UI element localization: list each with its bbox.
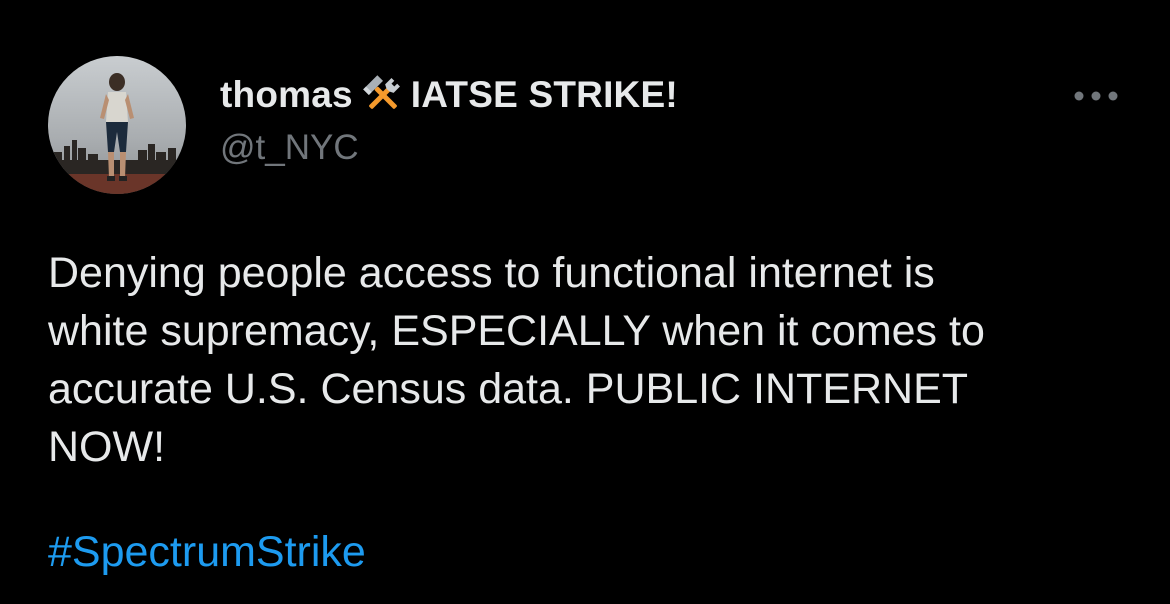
author-name-suffix: IATSE STRIKE! [410, 74, 678, 115]
tweet-text-line: accurate U.S. Census data. PUBLIC INTERN… [48, 365, 969, 413]
tweet-text-line: NOW! [48, 423, 166, 471]
author-avatar[interactable] [48, 56, 186, 194]
hammer-and-wrench-icon [361, 73, 405, 117]
tweet-text-line: Denying people access to functional inte… [48, 249, 935, 297]
more-options-button[interactable] [1068, 78, 1124, 114]
avatar-image [48, 56, 186, 194]
author-display-name: thomas [220, 74, 353, 115]
tweet-text: Denying people access to functional inte… [48, 244, 1128, 476]
tweet-card: thomas IATSE STRIKE! @t_NYC Denying peop… [0, 0, 1170, 604]
more-options-icon [1073, 90, 1119, 102]
author-name-row[interactable]: thomas IATSE STRIKE! [220, 70, 678, 120]
tweet-text-line: white supremacy, ESPECIALLY when it come… [48, 307, 985, 355]
hashtag-link[interactable]: #SpectrumStrike [48, 523, 366, 581]
author-handle[interactable]: @t_NYC [220, 128, 359, 168]
